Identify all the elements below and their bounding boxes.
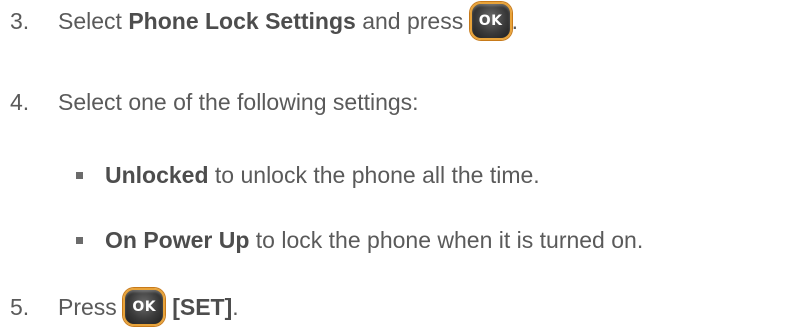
- step-number: 3.: [10, 7, 30, 34]
- ok-key-label: OK: [132, 299, 157, 315]
- step-3: 3. Select Phone Lock Settings and press …: [0, 1, 518, 41]
- step-text: and press: [355, 7, 470, 34]
- step-end: .: [511, 7, 518, 34]
- menu-item-name: Phone Lock Settings: [128, 7, 356, 34]
- ok-key-label: OK: [478, 13, 503, 29]
- step-4: 4. Select one of the following settings:: [0, 82, 419, 122]
- option-on-power-up: On Power Up to lock the phone when it is…: [0, 220, 643, 260]
- step-5: 5. Press OK [SET] .: [0, 287, 239, 327]
- step-end: .: [232, 293, 239, 320]
- option-unlocked: Unlocked to unlock the phone all the tim…: [0, 155, 540, 195]
- step-number: 5.: [10, 293, 30, 320]
- option-description: to lock the phone when it is turned on.: [249, 226, 644, 253]
- option-name: On Power Up: [105, 226, 250, 253]
- ok-key-icon: OK: [469, 2, 512, 40]
- ok-key-icon: OK: [123, 288, 166, 326]
- step-number: 4.: [10, 88, 30, 115]
- square-bullet-icon: [76, 236, 83, 244]
- step-text: Select: [58, 7, 129, 34]
- option-name: Unlocked: [105, 161, 209, 188]
- step-text: Select one of the following settings:: [58, 88, 419, 115]
- softkey-label: [SET]: [172, 293, 233, 320]
- option-description: to unlock the phone all the time.: [208, 161, 540, 188]
- square-bullet-icon: [76, 171, 83, 179]
- step-text: Press: [58, 293, 124, 320]
